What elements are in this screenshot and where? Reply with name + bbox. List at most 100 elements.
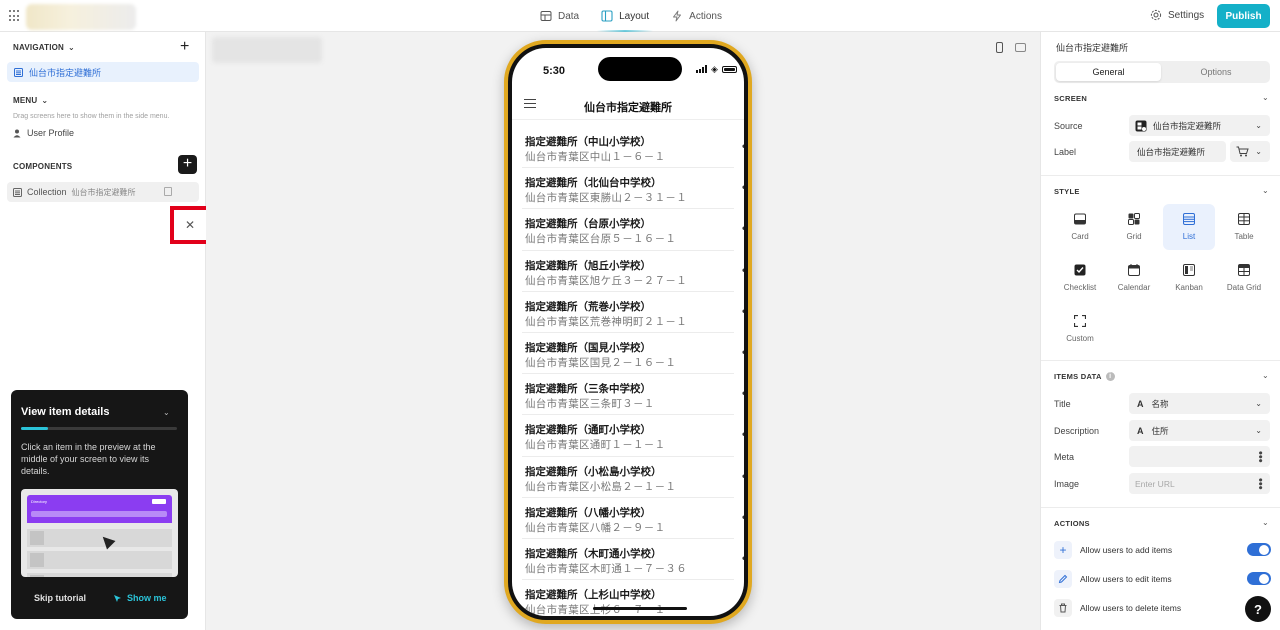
navigation-title: NAVIGATION — [13, 43, 65, 52]
action-edit-items[interactable]: Allow users to edit items — [1054, 569, 1272, 589]
more-vertical-icon[interactable]: ••• — [1254, 478, 1266, 490]
text-type-icon: A — [1137, 398, 1144, 409]
more-options-icon[interactable]: ••• — [742, 551, 744, 565]
help-button[interactable]: ? — [1245, 596, 1271, 622]
list-item[interactable]: 指定避難所（通町小学校） 仙台市青葉区通町１－１－１ ••• — [522, 415, 744, 457]
collapse-chevron-icon[interactable]: ⌄ — [163, 408, 170, 417]
chevron-down-icon[interactable]: ⌄ — [1262, 186, 1269, 195]
menu-section-title[interactable]: MENU ⌄ — [13, 96, 48, 105]
label-input[interactable]: 仙台市指定避難所 — [1129, 141, 1226, 162]
more-options-icon[interactable]: ••• — [742, 386, 744, 400]
list-item-title: 指定避難所（中山小学校） — [525, 136, 651, 148]
tab-data[interactable]: Data — [540, 0, 579, 32]
phone-device-icon[interactable] — [996, 42, 1003, 53]
image-url-input[interactable]: Enter URL ••• — [1129, 473, 1270, 494]
chevron-down-icon[interactable]: ⌄ — [1262, 93, 1269, 102]
image-label: Image — [1054, 479, 1080, 489]
more-options-icon[interactable]: ••• — [742, 510, 744, 524]
tab-options[interactable]: Options — [1164, 63, 1268, 81]
more-options-icon[interactable]: ••• — [742, 304, 744, 318]
action-edit-label: Allow users to edit items — [1080, 574, 1172, 584]
style-kanban[interactable]: Kanban — [1163, 255, 1215, 301]
tab-layout[interactable]: Layout — [597, 0, 654, 32]
list-item[interactable]: 指定避難所（北仙台中学校） 仙台市青葉区東勝山２－３１－１ ••• — [522, 168, 744, 210]
label-icon-select[interactable]: ⌄ — [1230, 141, 1270, 162]
list-item[interactable]: 指定避難所（台原小学校） 仙台市青葉区台原５－１６－１ ••• — [522, 209, 744, 251]
skip-tutorial-button[interactable]: Skip tutorial — [34, 593, 86, 603]
style-card[interactable]: Card — [1054, 204, 1106, 250]
tab-data-label: Data — [558, 10, 580, 22]
style-custom[interactable]: Custom — [1054, 306, 1106, 352]
list-item[interactable]: 指定避難所（木町通小学校） 仙台市青葉区木町通１－７－３６ ••• — [522, 539, 744, 581]
custom-icon — [1074, 315, 1086, 327]
nav-item-shelters[interactable]: 仙台市指定避難所 — [7, 62, 199, 82]
duplicate-icon[interactable] — [164, 187, 172, 196]
add-screen-icon[interactable]: + — [180, 39, 189, 55]
style-table[interactable]: Table — [1218, 204, 1270, 250]
add-items-toggle[interactable] — [1247, 543, 1271, 556]
app-screen-title: 仙台市指定避難所 — [584, 102, 672, 114]
delete-component-button[interactable]: ✕ — [170, 206, 210, 244]
more-options-icon[interactable]: ••• — [742, 592, 744, 606]
meta-label: Meta — [1054, 452, 1075, 462]
settings-button[interactable]: Settings — [1150, 9, 1204, 21]
more-vertical-icon[interactable]: ••• — [1254, 451, 1266, 463]
list-item[interactable]: 指定避難所（上杉山中学校）仙台市青葉区上杉６－７－１••• — [522, 580, 744, 616]
title-field-select[interactable]: A 名称 ⌄ — [1129, 393, 1270, 414]
panel-tabs: General Options — [1054, 61, 1270, 83]
list-item[interactable]: 指定避難所（三条中学校） 仙台市青葉区三条町３－１ ••• — [522, 374, 744, 416]
list-item[interactable]: 指定避難所（荒巻小学校） 仙台市青葉区荒巻神明町２１－１ ••• — [522, 292, 744, 333]
action-add-items[interactable]: + Allow users to add items — [1054, 540, 1272, 560]
more-options-icon[interactable]: ••• — [742, 345, 744, 359]
description-field-select[interactable]: A 住所 ⌄ — [1129, 420, 1270, 441]
more-options-icon[interactable]: ••• — [742, 263, 744, 277]
trash-icon — [1054, 599, 1072, 617]
app-header: 仙台市指定避難所 — [512, 88, 744, 120]
publish-button[interactable]: Publish — [1217, 4, 1270, 28]
preview-canvas: 5:30 ◈ 仙台市指定避難所 指定避難所（中山小学校） 仙台市青葉区中山１－６－… — [206, 32, 1040, 630]
calendar-icon — [1128, 264, 1140, 276]
edit-items-toggle[interactable] — [1247, 572, 1271, 585]
tab-general[interactable]: General — [1056, 63, 1161, 81]
home-indicator — [593, 607, 687, 610]
style-grid[interactable]: Grid — [1108, 204, 1160, 250]
more-options-icon[interactable]: ••• — [742, 139, 744, 153]
list-item[interactable]: 指定避難所（八幡小学校） 仙台市青葉区八幡２－９－１ ••• — [522, 498, 744, 539]
navigation-section-title[interactable]: NAVIGATION ⌄ — [13, 43, 75, 52]
app-logo[interactable] — [26, 4, 136, 30]
preview-header: Directory — [27, 495, 172, 523]
more-options-icon[interactable]: ••• — [742, 427, 744, 441]
source-select[interactable]: 仙台市指定避難所 ⌄ — [1129, 115, 1270, 136]
menu-hint: Drag screens here to show them in the si… — [13, 113, 170, 120]
collection-label: Collection — [27, 187, 67, 197]
list-item-title: 指定避難所（北仙台中学校） — [525, 177, 662, 190]
tablet-device-icon[interactable] — [1015, 43, 1026, 52]
list-item[interactable]: 指定避難所（国見小学校） 仙台市青葉区国見２－１６－１ ••• — [522, 333, 744, 375]
style-calendar[interactable]: Calendar — [1108, 255, 1160, 301]
tab-actions[interactable]: Actions — [671, 0, 722, 32]
show-me-button[interactable]: Show me — [113, 593, 167, 603]
label-label: Label — [1054, 147, 1077, 157]
style-checklist[interactable]: Checklist — [1054, 255, 1106, 301]
list-item[interactable]: 指定避難所（中山小学校） 仙台市青葉区中山１－６－１ ••• — [522, 127, 744, 169]
list-item[interactable]: 指定避難所（旭丘小学校） 仙台市青葉区旭ケ丘３－２７－１ ••• — [522, 251, 744, 292]
action-delete-items[interactable]: Allow users to delete items — [1054, 598, 1272, 618]
source-value: 仙台市指定避難所 — [1153, 120, 1222, 131]
list-item-description: 仙台市青葉区通町１－１－１ — [525, 439, 666, 452]
menu-item-user-profile[interactable]: User Profile — [13, 128, 74, 138]
style-data-grid[interactable]: Data Grid — [1218, 255, 1270, 301]
more-options-icon[interactable]: ••• — [742, 180, 744, 194]
info-icon[interactable]: i — [1105, 372, 1115, 381]
menu-title: MENU — [13, 96, 38, 105]
list-item[interactable]: 指定避難所（小松島小学校） 仙台市青葉区小松島２－１－１ ••• — [522, 457, 744, 498]
chevron-down-icon[interactable]: ⌄ — [1262, 371, 1269, 380]
chevron-down-icon[interactable]: ⌄ — [1262, 518, 1269, 527]
add-component-button[interactable]: + — [178, 155, 197, 174]
chevron-down-icon: ⌄ — [1255, 426, 1262, 435]
meta-field-select[interactable]: ••• — [1129, 446, 1270, 467]
style-list[interactable]: List — [1163, 204, 1215, 250]
more-options-icon[interactable]: ••• — [742, 469, 744, 483]
app-grid-icon[interactable] — [9, 10, 21, 22]
more-options-icon[interactable]: ••• — [742, 221, 744, 235]
actions-section-title: ACTIONS — [1054, 519, 1090, 528]
